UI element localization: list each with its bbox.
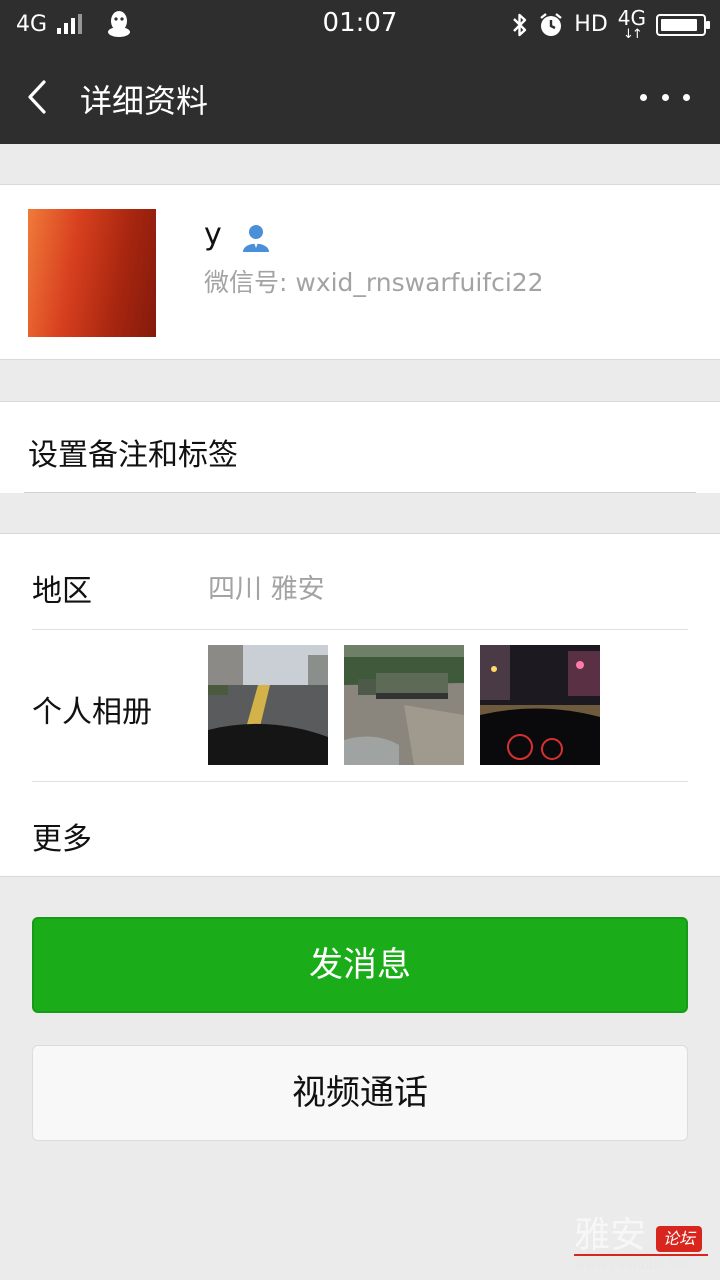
region-label: 地区 — [32, 574, 92, 609]
album-photo[interactable] — [208, 645, 328, 765]
bluetooth-icon — [513, 13, 527, 36]
forum-watermark: 雅安 论坛 www.yaanbbs.net — [572, 1206, 712, 1278]
night-driving-photo — [480, 645, 600, 765]
album-photo[interactable] — [344, 645, 464, 765]
dot-icon — [661, 93, 669, 101]
navigation-bar: 详细资料 — [0, 50, 720, 144]
send-message-button[interactable]: 发消息 — [32, 917, 688, 1013]
nickname: y — [204, 217, 222, 252]
remark-tag-row[interactable]: 设置备注和标签 — [0, 401, 720, 493]
chevron-left-icon — [28, 80, 46, 114]
avatar[interactable] — [28, 209, 156, 337]
network-type-right: 4G ↓↑ — [617, 6, 646, 42]
info-group: 地区 四川 雅安 个人相册 更多 — [0, 533, 720, 877]
wechat-id: 微信号: wxid_rnswarfuifci22 — [204, 268, 544, 297]
remark-tag-label: 设置备注和标签 — [28, 438, 238, 473]
road-photo — [208, 645, 328, 765]
divider — [24, 492, 696, 493]
album-label: 个人相册 — [32, 695, 152, 730]
watermark-underline — [574, 1254, 708, 1256]
dot-icon — [640, 93, 647, 101]
contact-person-icon — [243, 225, 269, 252]
album-photo[interactable] — [480, 645, 600, 765]
trucks-photo — [344, 645, 464, 765]
region-row: 地区 四川 雅安 — [0, 534, 720, 629]
back-button[interactable] — [20, 72, 70, 122]
status-bar: 4G 01:07 HD 4G ↓↑ — [0, 0, 720, 50]
profile-card: y 微信号: wxid_rnswarfuifci22 — [0, 184, 720, 360]
data-arrows-icon: ↓↑ — [622, 27, 643, 42]
dot-icon — [683, 93, 690, 101]
more-label: 更多 — [32, 822, 92, 857]
watermark-url: www.yaanbbs.net — [574, 1258, 690, 1273]
page-title: 详细资料 — [80, 82, 209, 120]
contact-detail-screen: 4G 01:07 HD 4G ↓↑ 详细资料 y 微信号: wxid_rnswa… — [0, 0, 720, 1280]
more-row[interactable]: 更多 — [0, 782, 720, 877]
video-call-button[interactable]: 视频通话 — [32, 1045, 688, 1141]
alarm-icon — [540, 12, 563, 36]
battery-icon — [656, 13, 710, 36]
hd-indicator: HD — [574, 12, 608, 37]
more-button[interactable] — [640, 80, 690, 114]
region-value: 四川 雅安 — [208, 574, 325, 605]
watermark-badge: 论坛 — [656, 1226, 702, 1252]
watermark-main-text: 雅安 — [574, 1215, 647, 1256]
